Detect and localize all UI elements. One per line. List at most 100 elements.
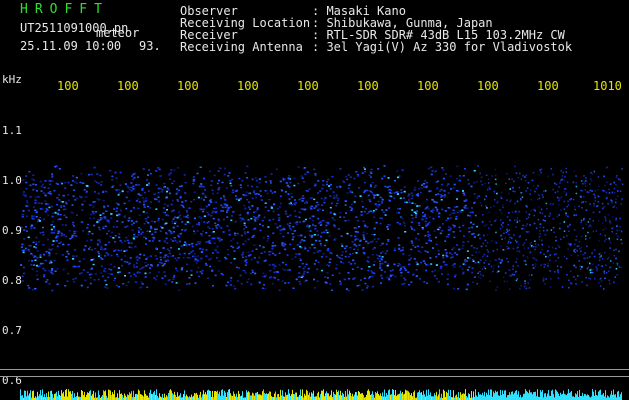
noise-pixel <box>352 259 355 262</box>
noise-pixel <box>35 247 38 249</box>
noise-pixel <box>102 226 105 228</box>
noise-pixel <box>367 256 370 259</box>
noise-pixel <box>287 177 290 179</box>
signal-strip-bar <box>247 392 248 400</box>
noise-pixel <box>288 198 291 200</box>
noise-pixel <box>437 253 440 255</box>
noise-pixel <box>353 248 356 251</box>
noise-pixel <box>540 264 542 267</box>
noise-pixel <box>73 232 76 235</box>
noise-pixel <box>163 182 166 185</box>
noise-pixel <box>557 257 560 259</box>
signal-strip-bar <box>480 394 481 400</box>
noise-pixel <box>464 260 466 263</box>
noise-pixel <box>377 238 380 240</box>
signal-strip-bar <box>366 394 367 400</box>
noise-pixel <box>585 223 588 225</box>
noise-pixel <box>337 197 340 200</box>
noise-pixel <box>133 176 136 179</box>
noise-pixel <box>368 199 371 201</box>
noise-pixel <box>267 226 270 228</box>
noise-pixel <box>368 174 371 176</box>
noise-pixel <box>356 248 359 251</box>
noise-pixel <box>324 276 327 278</box>
signal-strip-bar <box>128 395 129 400</box>
noise-pixel <box>211 212 214 214</box>
signal-strip-bar <box>147 395 148 400</box>
noise-pixel <box>440 196 443 198</box>
signal-strip-bar <box>402 392 403 400</box>
noise-pixel <box>184 223 187 225</box>
noise-pixel <box>473 193 476 195</box>
noise-pixel <box>161 227 164 229</box>
noise-pixel <box>546 229 548 232</box>
signal-strip-bar <box>476 395 477 400</box>
noise-pixel <box>25 188 28 190</box>
noise-pixel <box>440 199 443 201</box>
noise-pixel <box>33 246 36 248</box>
noise-pixel <box>199 271 202 273</box>
signal-strip-bar <box>422 394 423 400</box>
signal-strip-bar <box>77 392 78 400</box>
noise-pixel <box>599 255 601 257</box>
noise-pixel <box>303 181 306 183</box>
noise-pixel <box>275 271 278 273</box>
noise-pixel <box>238 199 241 201</box>
noise-pixel <box>217 252 220 254</box>
noise-pixel <box>135 220 138 223</box>
signal-strip-bar <box>468 393 469 400</box>
noise-pixel <box>226 216 229 218</box>
noise-pixel <box>521 227 523 230</box>
noise-pixel <box>384 261 387 263</box>
noise-pixel <box>539 233 541 235</box>
signal-strip-bar <box>256 392 257 400</box>
noise-pixel <box>563 208 566 210</box>
noise-pixel <box>284 191 287 193</box>
noise-pixel <box>507 242 509 244</box>
noise-pixel <box>110 213 113 215</box>
noise-pixel <box>56 197 59 199</box>
noise-pixel <box>428 216 431 218</box>
noise-pixel <box>380 217 383 220</box>
signal-strip-bar <box>557 391 558 400</box>
noise-pixel <box>148 272 151 274</box>
signal-strip-bar <box>512 391 513 400</box>
noise-pixel <box>57 218 60 221</box>
noise-pixel <box>180 185 183 187</box>
noise-pixel <box>190 200 193 203</box>
noise-pixel <box>414 187 417 189</box>
noise-pixel <box>178 248 180 250</box>
noise-pixel <box>263 284 265 286</box>
signal-strip-bar <box>216 391 217 400</box>
noise-pixel <box>110 217 113 219</box>
noise-pixel <box>166 190 168 193</box>
noise-pixel <box>349 253 352 255</box>
noise-pixel <box>526 218 528 220</box>
noise-pixel <box>503 232 505 234</box>
noise-pixel <box>116 214 119 217</box>
signal-strip-bar <box>439 389 440 400</box>
noise-pixel <box>504 272 507 274</box>
noise-pixel <box>615 257 617 260</box>
noise-pixel <box>331 217 334 219</box>
noise-pixel <box>168 174 171 176</box>
noise-pixel <box>490 240 493 242</box>
noise-pixel <box>42 226 44 229</box>
noise-pixel <box>576 250 578 252</box>
noise-pixel <box>379 262 382 265</box>
noise-pixel <box>298 276 300 278</box>
noise-pixel <box>147 205 149 208</box>
noise-pixel <box>192 176 195 178</box>
noise-pixel <box>22 272 25 275</box>
noise-pixel <box>481 183 484 186</box>
noise-pixel <box>165 254 168 256</box>
signal-strip-bar <box>318 391 319 400</box>
signal-strip-bar <box>103 390 104 400</box>
noise-pixel <box>524 280 526 282</box>
noise-pixel <box>213 237 216 239</box>
noise-pixel <box>148 184 150 186</box>
signal-strip-bar <box>443 389 444 400</box>
noise-pixel <box>194 258 197 260</box>
signal-strip-bar <box>382 392 383 400</box>
noise-pixel <box>86 227 89 229</box>
